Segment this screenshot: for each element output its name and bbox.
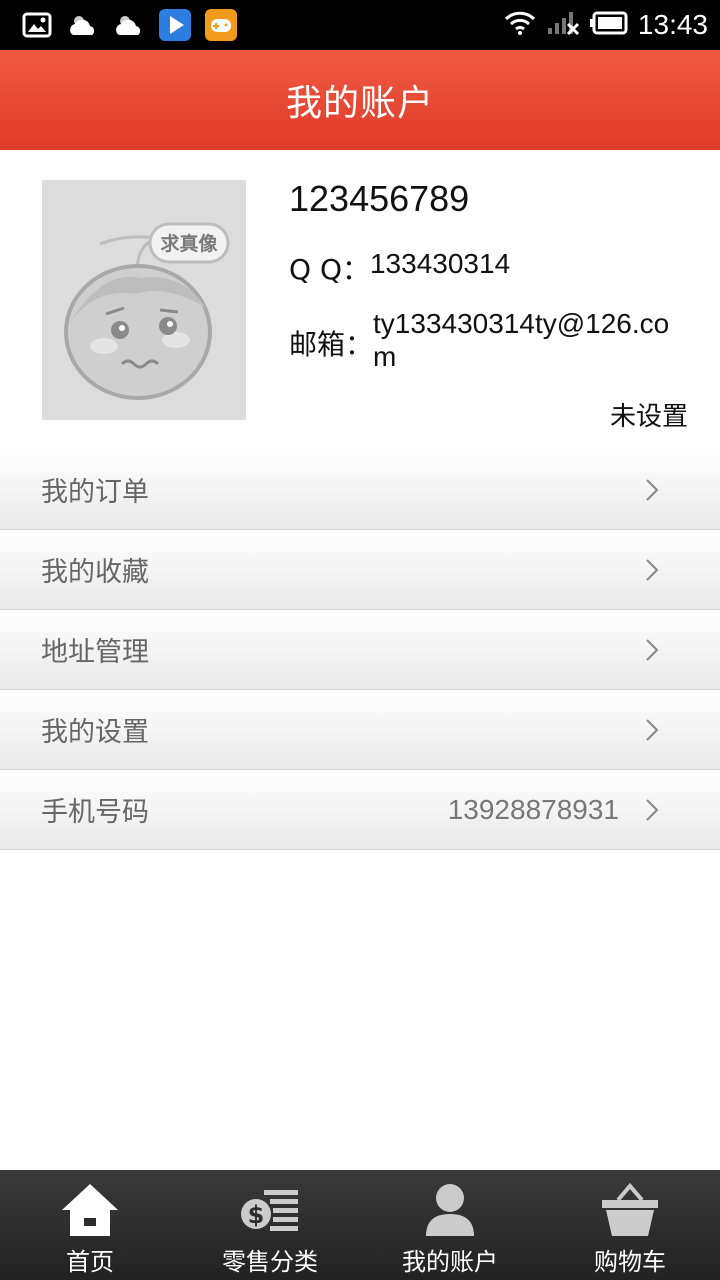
chevron-right-icon	[646, 799, 659, 821]
nav-label: 首页	[66, 1248, 114, 1276]
nav-label: 购物车	[594, 1248, 666, 1276]
unset-link[interactable]: 未设置	[610, 396, 688, 433]
retail-category-icon: $	[241, 1190, 298, 1231]
user-id: 123456789	[289, 178, 470, 219]
qq-row: Q Q： 133430314	[289, 248, 510, 288]
signal-icon	[546, 10, 580, 40]
menu-item-my-settings[interactable]: 我的设置	[0, 690, 720, 770]
chevron-right-icon	[646, 479, 659, 501]
menu-item-label: 我的收藏	[41, 557, 149, 588]
qq-value: 133430314	[369, 248, 511, 279]
account-icon	[426, 1184, 474, 1236]
status-time: 13:43	[637, 9, 708, 40]
game-icon	[204, 8, 238, 42]
notification-icons	[20, 8, 238, 42]
menu-item-label: 我的订单	[41, 477, 149, 508]
basket-icon	[602, 1182, 658, 1236]
chevron-right-icon	[646, 719, 659, 741]
nav-cart[interactable]: 购物车	[540, 1170, 720, 1280]
menu-item-label: 我的设置	[41, 717, 149, 748]
menu-item-label: 手机号码	[41, 797, 149, 828]
bottom-nav: 首页 $ 零售分类 我的账户 购物车	[0, 1170, 720, 1280]
nav-retail-category[interactable]: $ 零售分类	[180, 1170, 360, 1280]
nav-label: 零售分类	[222, 1248, 318, 1276]
email-value: ty133430314ty@126.com	[373, 308, 670, 372]
wifi-icon	[504, 10, 536, 40]
menu-item-my-favorites[interactable]: 我的收藏	[0, 530, 720, 610]
chevron-right-icon	[646, 639, 659, 661]
menu-item-my-orders[interactable]: 我的订单	[0, 450, 720, 530]
chevron-right-icon	[646, 559, 659, 581]
status-bar: 13:43	[0, 0, 720, 50]
image-icon	[20, 8, 54, 42]
avatar[interactable]: 求真像	[42, 180, 246, 420]
app-header: 我的账户	[0, 50, 720, 150]
play-store-icon	[158, 8, 192, 42]
battery-icon	[589, 11, 628, 39]
menu-item-label: 地址管理	[41, 637, 149, 668]
menu-item-address-management[interactable]: 地址管理	[0, 610, 720, 690]
menu-item-phone-number[interactable]: 手机号码 13928878931	[0, 770, 720, 850]
page-title: 我的账户	[285, 83, 434, 124]
qq-label: Q Q：	[289, 253, 370, 286]
system-status: 13:43	[504, 8, 708, 42]
nav-my-account[interactable]: 我的账户	[360, 1170, 540, 1280]
account-menu: 我的订单 我的收藏 地址管理 我的设置 手机号码 13928878931	[0, 450, 720, 850]
nav-home[interactable]: 首页	[0, 1170, 180, 1280]
email-row: 邮箱： ty133430314ty@126.com	[289, 307, 683, 373]
email-label: 邮箱：	[289, 328, 374, 361]
home-icon	[62, 1184, 118, 1236]
cloud-icon	[66, 8, 100, 42]
avatar-bubble-text: 求真像	[160, 232, 218, 255]
phone-number-value: 13928878931	[447, 793, 619, 825]
svg-text:$: $	[248, 1201, 265, 1229]
nav-label: 我的账户	[402, 1248, 498, 1276]
cloud-icon	[112, 8, 146, 42]
